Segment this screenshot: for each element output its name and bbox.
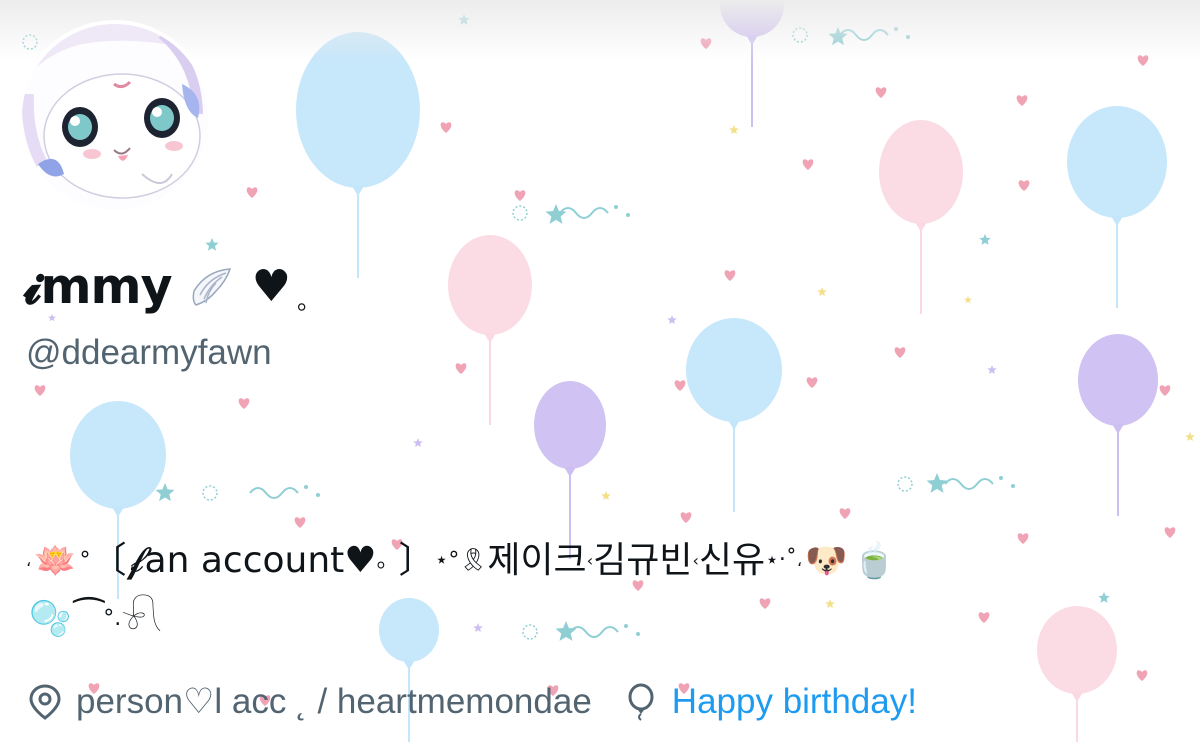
bio-segment: ° <box>79 548 91 573</box>
bio-segment: 제이크 <box>487 540 587 581</box>
angel-wing-icon <box>192 268 231 306</box>
birthday-link[interactable]: Happy birthday! <box>672 682 917 722</box>
bio-segment: 김규빈 <box>593 540 693 581</box>
bio-segment: 🐶 <box>805 541 848 581</box>
bio-segment: 🎗 <box>459 548 488 573</box>
balloon-icon <box>628 683 654 721</box>
bio-segment: 🪷 <box>34 541 77 581</box>
bio-segment: ⋆‧˚ <box>765 548 797 573</box>
bio-segment: 𝓯an account <box>126 540 345 581</box>
bio-segment: 〕 <box>398 540 435 581</box>
bio-line: ، 🪷 ° 〔 𝓯an account ♥。〕 ⋆ ° 🎗 제이크 ‹ 김규빈 ‹ 신유 ⋆‧˚ ، 🐶 🍵 <box>26 532 1176 590</box>
username-handle: @ddearmyfawn <box>26 333 272 372</box>
bio-segment: 🍵 <box>853 541 896 581</box>
bio-segment: ° <box>448 548 460 573</box>
bio-segment: 𓍯 <box>121 598 163 639</box>
display-name-row: 𝓲mmy ♥ 。 <box>24 255 321 319</box>
bio-segment: ♥ <box>344 540 377 581</box>
location-pin-icon <box>29 684 61 720</box>
bio-segment: ، <box>796 551 803 570</box>
display-name: 𝓲mmy <box>24 258 173 315</box>
profile-meta-row: person♡l acc ˛ / heartmemondae Happy bir… <box>28 677 917 727</box>
bio-segment: °. <box>103 606 122 631</box>
bio-segment: ، <box>26 551 32 570</box>
bio-segment: 신유 <box>698 540 766 581</box>
bio-segment: ⋆ <box>434 548 449 573</box>
black-heart-icon: ♥ <box>251 261 292 312</box>
bio-segment: 🫧 <box>29 599 72 639</box>
bio-line: 🫧 ⁀ °. 𓍯 <box>26 590 1176 648</box>
profile-bio: ، 🪷 ° 〔 𝓯an account ♥。〕 ⋆ ° 🎗 제이크 ‹ 김규빈 ‹ 신유 ⋆‧˚ ، 🐶 🍵 … <box>26 532 1176 648</box>
bio-segment: ⁀ <box>74 598 104 639</box>
location-text: person♡l acc ˛ / heartmemondae <box>76 682 592 721</box>
bio-segment: 〔 <box>90 540 127 581</box>
bio-segment: 。 <box>376 548 399 573</box>
name-dot: 。 <box>297 286 322 315</box>
